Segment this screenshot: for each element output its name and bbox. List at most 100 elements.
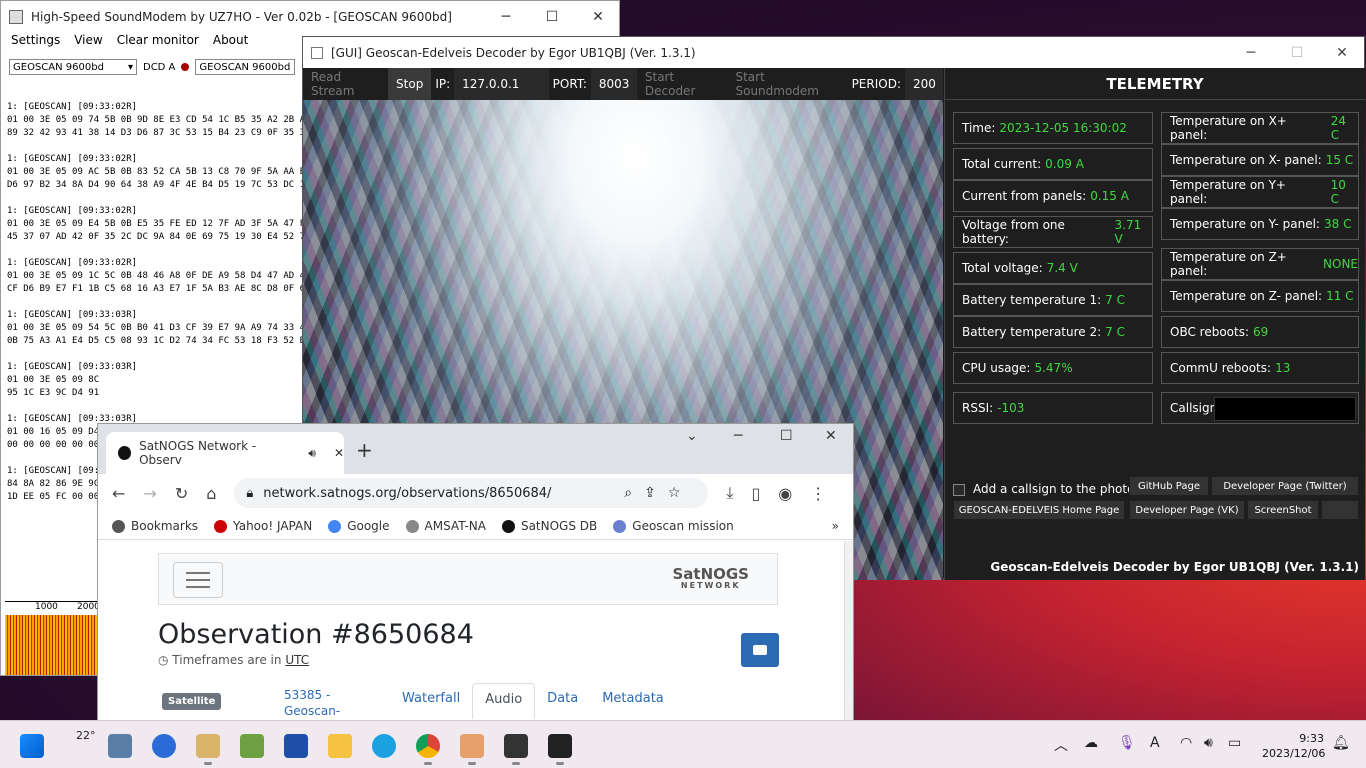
- decoder-titlebar[interactable]: [GUI] Geoscan-Edelveis Decoder by Egor U…: [303, 37, 1364, 68]
- developer-vk-button[interactable]: Developer Page (VK): [1129, 500, 1245, 520]
- wifi-icon[interactable]: ◠: [1180, 735, 1192, 751]
- menu-about[interactable]: About: [213, 33, 248, 51]
- close-icon[interactable]: ✕: [575, 1, 621, 33]
- chrome-window: SatNOGS Network - Observ 🔊︎ ✕ + ⌄ ─ ☐ ✕ …: [97, 423, 854, 723]
- bookmark-label: Bookmarks: [131, 518, 199, 533]
- mode-a-select[interactable]: GEOSCAN 9600bd ▾: [9, 59, 137, 75]
- telemetry-label: Time:: [962, 121, 996, 135]
- network-off-icon[interactable]: ☁: [1084, 735, 1098, 751]
- file-explorer-icon[interactable]: [328, 734, 352, 758]
- close-icon[interactable]: ✕: [1319, 37, 1365, 68]
- omnibox-action-icons[interactable]: ⌕⇪☆: [624, 485, 692, 501]
- home-icon[interactable]: ⌂: [206, 484, 216, 503]
- app-icon[interactable]: [240, 734, 264, 758]
- telemetry-value: 69: [1253, 325, 1269, 339]
- github-page-button[interactable]: GitHub Page: [1129, 476, 1209, 496]
- app-icon[interactable]: [504, 734, 528, 765]
- notification-icon[interactable]: 🔔︎: [1332, 735, 1350, 751]
- tab-metadata[interactable]: Metadata: [590, 683, 676, 719]
- monitor-line: 0B 75 A3 A1 E4 D5 C5 08 93 1C D2 74 34 F…: [7, 336, 307, 346]
- close-icon[interactable]: ✕: [825, 428, 837, 444]
- callsign-input[interactable]: [1214, 397, 1356, 421]
- download-icon[interactable]: ⤓: [726, 483, 733, 503]
- battery-icon[interactable]: ▭: [1228, 735, 1241, 751]
- app-icon[interactable]: [284, 734, 308, 758]
- clock[interactable]: 9:33 2023/12/06: [1262, 731, 1325, 761]
- telemetry-title: TELEMETRY: [945, 68, 1365, 100]
- forward-icon[interactable]: →: [143, 484, 156, 503]
- ip-input[interactable]: 127.0.0.1: [454, 68, 549, 100]
- scrollbar[interactable]: [844, 541, 853, 722]
- bookmark-item[interactable]: Yahoo! JAPAN: [214, 519, 312, 533]
- start-icon[interactable]: [20, 734, 44, 758]
- bookmark-label: Geoscan mission: [632, 518, 734, 533]
- stop-button[interactable]: Stop: [388, 68, 432, 100]
- bookmark-item[interactable]: Google: [328, 518, 390, 533]
- maximize-icon[interactable]: ☐: [780, 428, 793, 444]
- chevron-right-icon[interactable]: »: [832, 519, 839, 533]
- new-tab-icon[interactable]: +: [356, 438, 373, 462]
- menu-settings[interactable]: Settings: [11, 33, 60, 51]
- close-tab-icon[interactable]: ✕: [334, 446, 344, 460]
- screenshot-button[interactable]: ScreenShot: [1247, 500, 1319, 520]
- read-stream-button[interactable]: Read Stream: [303, 68, 388, 100]
- start-decoder-button[interactable]: Start Decoder: [637, 68, 728, 100]
- terminal-icon[interactable]: [548, 734, 572, 765]
- tab-data[interactable]: Data: [535, 683, 590, 719]
- java-icon[interactable]: [460, 734, 484, 765]
- side-panel-icon[interactable]: ▯: [751, 484, 760, 503]
- utc-link[interactable]: UTC: [285, 653, 309, 667]
- satnogs-logo[interactable]: SatNOGS NETWORK: [672, 567, 749, 592]
- bookmarks-bar: Bookmarks Yahoo! JAPAN Google AMSAT-NA S…: [98, 512, 853, 540]
- app-icon[interactable]: [108, 734, 132, 758]
- telemetry-label: Battery temperature 2:: [962, 325, 1102, 339]
- add-callsign-label: Add a callsign to the photo?: [973, 482, 1141, 496]
- tab-search-icon[interactable]: ⌄: [686, 428, 698, 444]
- telemetry-value: 13: [1275, 361, 1291, 375]
- defender-icon[interactable]: [152, 734, 176, 758]
- chevron-up-icon[interactable]: ︿: [1054, 735, 1068, 755]
- bookmark-label: Google: [347, 518, 390, 533]
- home-page-button[interactable]: GEOSCAN-EDELVEIS Home Page: [953, 500, 1125, 520]
- bookmark-label: SatNOGS DB: [520, 518, 598, 533]
- back-icon[interactable]: ←: [112, 484, 125, 503]
- microphone-icon[interactable]: 🎙︎: [1118, 735, 1136, 751]
- developer-twitter-button[interactable]: Developer Page (Twitter): [1211, 476, 1359, 496]
- bookmark-item[interactable]: SatNOGS DB: [501, 518, 598, 533]
- menu-icon[interactable]: ⋮: [810, 484, 826, 503]
- period-input[interactable]: 200: [905, 68, 943, 100]
- volume-icon[interactable]: 🔊︎: [1204, 735, 1213, 751]
- address-bar[interactable]: 🔒︎ network.satnogs.org/observations/8650…: [234, 478, 709, 508]
- edge-icon[interactable]: [372, 734, 396, 758]
- menu-clear-monitor[interactable]: Clear monitor: [117, 33, 199, 51]
- profile-icon[interactable]: ◉: [778, 484, 792, 503]
- extra-button[interactable]: [1321, 500, 1359, 520]
- monitor-line: 01 00 3E 05 09 AC 5B 0B 83 52 CA 5B 13 C…: [7, 167, 307, 177]
- menu-view[interactable]: View: [74, 33, 102, 51]
- minimize-icon[interactable]: ─: [483, 1, 529, 33]
- telemetry-left-2: Current from panels: 0.15 A: [953, 180, 1153, 212]
- tab-audio[interactable]: Audio: [472, 683, 536, 719]
- weather-widget[interactable]: 22°: [76, 729, 96, 742]
- start-soundmodem-button[interactable]: Start Soundmodem: [727, 68, 847, 100]
- minimize-icon[interactable]: ─: [1228, 37, 1274, 68]
- telemetry-value: 38 C: [1323, 217, 1352, 231]
- bookmark-item[interactable]: Bookmarks: [112, 519, 198, 533]
- soundmodem-taskbar-icon[interactable]: [196, 734, 220, 765]
- reload-icon[interactable]: ↻: [175, 484, 188, 503]
- minimize-icon[interactable]: ─: [734, 428, 742, 444]
- bookmark-item[interactable]: Geoscan mission: [613, 518, 734, 533]
- maximize-icon[interactable]: ☐: [529, 1, 575, 33]
- ime-icon[interactable]: A: [1150, 735, 1160, 751]
- chrome-icon[interactable]: [416, 734, 440, 765]
- port-input[interactable]: 8003: [590, 68, 637, 100]
- hamburger-menu-button[interactable]: [173, 562, 223, 598]
- chat-button[interactable]: [741, 633, 779, 667]
- telemetry-value: 10 C: [1330, 178, 1346, 206]
- satellite-link[interactable]: 53385 - Geoscan-Edelveis: [284, 687, 388, 722]
- add-callsign-checkbox[interactable]: [953, 484, 965, 496]
- tab-waterfall[interactable]: Waterfall: [390, 683, 472, 719]
- bookmark-item[interactable]: AMSAT-NA: [405, 519, 486, 533]
- mode-b-select[interactable]: GEOSCAN 9600bd: [195, 59, 296, 75]
- browser-tab[interactable]: SatNOGS Network - Observ 🔊︎ ✕: [106, 432, 344, 474]
